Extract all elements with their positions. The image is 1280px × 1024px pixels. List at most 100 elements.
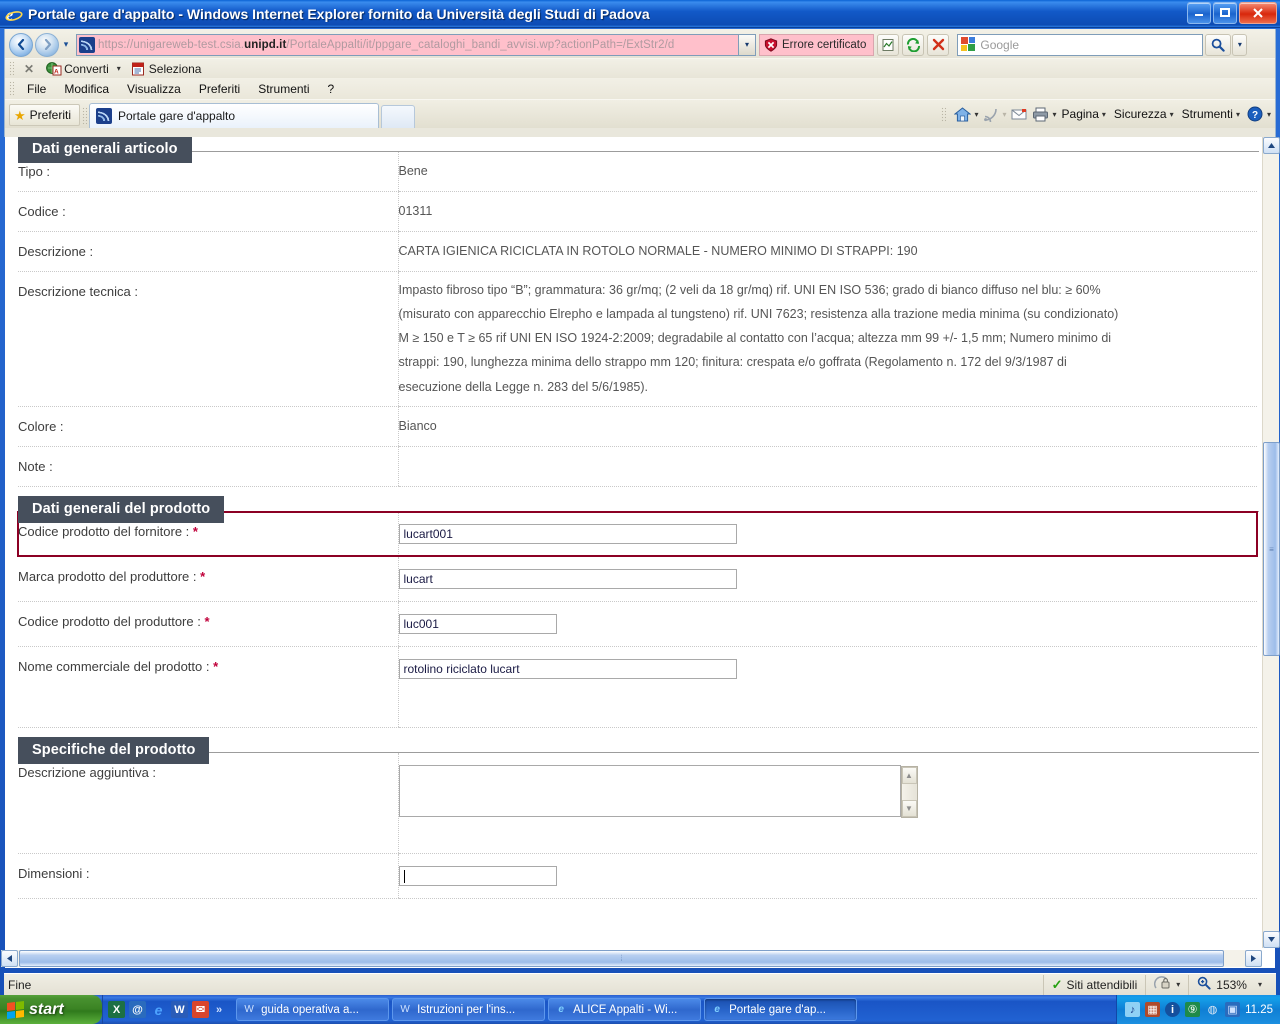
- scroll-up-button[interactable]: [1263, 137, 1280, 154]
- certificate-error-icon: [764, 37, 778, 52]
- search-input[interactable]: Google: [957, 33, 1204, 56]
- section-body: Codice prodotto del fornitore : * lucart…: [17, 510, 1259, 728]
- new-tab-button[interactable]: [381, 105, 415, 128]
- text-cursor: [403, 869, 405, 883]
- menu-file[interactable]: File: [18, 81, 55, 97]
- taskbar: start X @ e W ✉ » W guida operativa a...…: [0, 995, 1280, 1024]
- refresh-icon[interactable]: [902, 33, 925, 56]
- taskbar-item-label: ALICE Appalti - Wi...: [573, 1003, 678, 1016]
- descrizione-aggiuntiva-textarea[interactable]: ▲ ▼: [398, 764, 918, 818]
- converti-dropdown-icon[interactable]: ▾: [117, 64, 121, 73]
- outlook-icon[interactable]: @: [129, 1001, 146, 1018]
- page-menu[interactable]: Pagina ▾: [1059, 107, 1109, 121]
- internet-explorer-icon: e: [714, 1004, 720, 1015]
- addons-close-icon[interactable]: ✕: [24, 62, 34, 76]
- security-dropdown-icon: ▾: [1169, 109, 1174, 119]
- clock[interactable]: 11.25: [1245, 1004, 1273, 1016]
- zoom-control[interactable]: 153% ▾: [1188, 974, 1276, 995]
- tab-portale-gare-dappalto[interactable]: Portale gare d'appalto: [89, 103, 379, 128]
- protected-mode-dropdown-icon[interactable]: ▾: [1176, 980, 1180, 989]
- row-label: Nome commerciale del prodotto : *: [18, 646, 398, 728]
- quick-launch-overflow-icon[interactable]: »: [216, 1004, 222, 1016]
- minimize-button[interactable]: [1187, 2, 1211, 24]
- print-icon[interactable]: [1031, 105, 1051, 123]
- table-row-colore: Colore : Bianco: [18, 406, 1257, 447]
- volume-icon[interactable]: ♪: [1125, 1002, 1141, 1017]
- forward-button[interactable]: [35, 32, 59, 57]
- display-icon[interactable]: ▣: [1225, 1002, 1241, 1017]
- vertical-scrollbar[interactable]: ≡: [1262, 137, 1280, 948]
- taskbar-item-label: Istruzioni per l'ins...: [417, 1003, 516, 1016]
- stop-icon[interactable]: [927, 33, 950, 56]
- toolbar-grip[interactable]: [9, 61, 14, 76]
- desc-line: (misurato con apparecchio Elrepho e lamp…: [398, 307, 1119, 322]
- mail-icon[interactable]: ✉: [192, 1001, 209, 1018]
- commandbar-grip[interactable]: [941, 106, 947, 122]
- security-menu[interactable]: Sicurezza ▾: [1111, 107, 1177, 121]
- start-button[interactable]: start: [0, 995, 102, 1024]
- internet-explorer-icon[interactable]: e: [150, 1001, 167, 1018]
- back-button[interactable]: [9, 32, 33, 57]
- menu-strumenti[interactable]: Strumenti: [249, 81, 318, 97]
- security-zone[interactable]: ✓ Siti attendibili: [1042, 974, 1146, 995]
- table-row-note: Note :: [18, 446, 1257, 487]
- desc-line: esecuzione della Legge n. 283 del 5/6/19…: [398, 379, 649, 394]
- search-dropdown-icon[interactable]: ▾: [1232, 33, 1248, 56]
- maximize-button[interactable]: [1213, 2, 1237, 24]
- close-button[interactable]: [1239, 2, 1277, 24]
- search-button[interactable]: [1205, 33, 1232, 56]
- horizontal-scrollbar-thumb[interactable]: ⦙: [19, 950, 1224, 967]
- word-icon: W: [244, 1004, 254, 1015]
- zoom-dropdown-icon[interactable]: ▾: [1258, 980, 1262, 989]
- address-bar[interactable]: https://unigareweb-test.csia.unipd.it/Po…: [76, 33, 739, 56]
- menu-preferiti[interactable]: Preferiti: [190, 81, 249, 97]
- tools-menu[interactable]: Strumenti ▾: [1179, 107, 1243, 121]
- favorites-button[interactable]: ★ Preferiti: [9, 104, 80, 126]
- codice-prodotto-fornitore-input[interactable]: lucart001: [398, 523, 737, 544]
- help-dropdown-icon[interactable]: ▾: [1267, 110, 1271, 119]
- tab-favicon: [96, 108, 112, 124]
- network-icon[interactable]: ▦: [1145, 1002, 1161, 1017]
- safely-remove-icon[interactable]: ◍: [1205, 1002, 1220, 1017]
- scroll-down-button[interactable]: [1263, 931, 1280, 948]
- taskbar-item-alice-appalti[interactable]: e ALICE Appalti - Wi...: [548, 998, 702, 1021]
- menubar-grip[interactable]: [9, 81, 14, 96]
- marca-prodotto-produttore-input[interactable]: lucart: [398, 568, 737, 589]
- certificate-error-badge[interactable]: Errore certificato: [759, 33, 875, 56]
- menu-modifica[interactable]: Modifica: [55, 81, 118, 97]
- history-dropdown-icon[interactable]: ▾: [59, 39, 73, 50]
- taskbar-item-istruzioni[interactable]: W Istruzioni per l'ins...: [392, 998, 546, 1021]
- codice-prodotto-produttore-input[interactable]: luc001: [398, 613, 557, 634]
- mail-icon[interactable]: [1009, 105, 1029, 123]
- protected-mode[interactable]: ▾: [1145, 974, 1188, 995]
- menu-help[interactable]: ?: [319, 81, 344, 97]
- tab-bar: ★ Preferiti Portale gare d'appalto ▾ ▾ ▾…: [5, 99, 1275, 128]
- taskbar-item-portale-gare[interactable]: e Portale gare d'ap...: [704, 998, 858, 1021]
- scroll-down-icon[interactable]: ▼: [901, 799, 917, 817]
- converti-label[interactable]: Converti: [64, 62, 109, 76]
- compatibility-view-icon[interactable]: [877, 33, 900, 56]
- menu-visualizza[interactable]: Visualizza: [118, 81, 190, 97]
- internet-explorer-icon: e: [558, 1004, 564, 1015]
- excel-icon[interactable]: X: [108, 1001, 125, 1018]
- info-icon[interactable]: i: [1165, 1002, 1181, 1017]
- seleziona-label[interactable]: Seleziona: [149, 62, 202, 76]
- taskbar-item-guida-operativa[interactable]: W guida operativa a...: [236, 998, 390, 1021]
- scroll-up-icon[interactable]: ▲: [901, 766, 917, 784]
- help-icon[interactable]: ?: [1245, 105, 1265, 123]
- antivirus-icon[interactable]: ⑨: [1185, 1002, 1201, 1017]
- nome-commerciale-prodotto-input[interactable]: rotolino riciclato lucart: [398, 658, 737, 679]
- home-dropdown-icon[interactable]: ▾: [974, 110, 978, 119]
- address-dropdown-icon[interactable]: ▾: [739, 33, 756, 56]
- textarea-scrollbar[interactable]: ▲ ▼: [900, 765, 918, 818]
- desc-line: Impasto fibroso tipo “B”; grammatura: 36…: [398, 283, 1101, 297]
- dimensioni-input[interactable]: [398, 865, 557, 886]
- word-icon[interactable]: W: [171, 1001, 188, 1018]
- scroll-left-button[interactable]: [1, 950, 18, 967]
- horizontal-scrollbar[interactable]: ⦙: [1, 950, 1262, 967]
- print-dropdown-icon[interactable]: ▾: [1053, 110, 1057, 119]
- table-row-tipo: Tipo : Bene: [18, 152, 1257, 192]
- scroll-right-button[interactable]: [1245, 950, 1262, 967]
- vertical-scrollbar-thumb[interactable]: ≡: [1263, 442, 1280, 656]
- home-icon[interactable]: [952, 105, 972, 123]
